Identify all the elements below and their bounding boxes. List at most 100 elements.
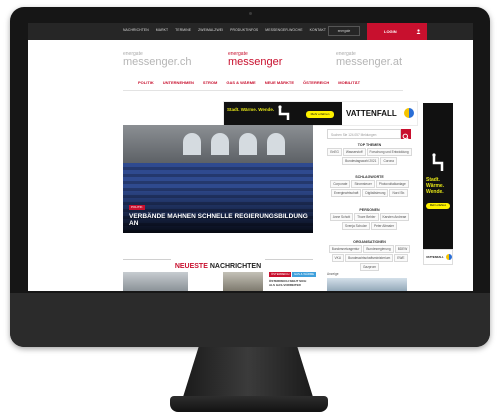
category-link[interactable]: GAS & WÄRME — [226, 80, 255, 85]
skyscraper-slogan: Stadt. Wärme. Wende. — [426, 177, 445, 195]
category-link[interactable]: MOBILITÄT — [338, 80, 360, 85]
tag-chip[interactable]: VKU — [331, 254, 345, 262]
window-arch — [239, 133, 257, 155]
tag-chip[interactable]: Anne Schott — [329, 213, 354, 221]
banner-brand: VATTENFALL — [346, 109, 397, 118]
tag-chip[interactable]: Bundesregierung — [363, 245, 394, 253]
tag-chip[interactable]: EnEG — [327, 148, 342, 156]
top-nav-link[interactable]: PRODUKTINFOS — [230, 28, 258, 32]
news-category-tag[interactable]: GAS & WÄRME — [292, 272, 317, 277]
login-button[interactable]: LOGIN — [367, 23, 427, 40]
tag-chip[interactable]: Nord Str. — [389, 189, 409, 197]
top-topics-title: TOP THEMEN — [357, 143, 382, 147]
news-title-red: NEUESTE — [174, 263, 208, 270]
banner-slogan: Stadt. Wärme. Wende. — [227, 107, 275, 112]
persons-title: PERSONEN — [359, 208, 380, 212]
tag-chip[interactable]: Photovoltaikanlage — [375, 180, 409, 188]
divider — [123, 90, 403, 91]
news-title-dark: NACHRICHTEN — [209, 263, 262, 270]
tag-chip[interactable]: Thore Behler — [354, 213, 379, 221]
banner-ad[interactable]: Stadt. Wärme. Wende. Mehr erfahren VATTE… — [223, 101, 418, 126]
banner-dark-panel: Stadt. Wärme. Wende. Mehr erfahren — [224, 102, 342, 125]
hero-article[interactable]: POLITIK VERBÄNDE MAHNEN SCHNELLE REGIERU… — [123, 125, 313, 233]
category-link[interactable]: NEUE MÄRKTE — [265, 80, 294, 85]
top-nav-links: NACHRICHTEN MARKT TERMINE ZWEIMALZWEI PR… — [123, 28, 326, 32]
top-nav-link[interactable]: KONTAKT — [310, 28, 326, 32]
monitor-chin — [10, 293, 490, 347]
skyscraper-brand-box: VATTENFALL — [423, 249, 453, 265]
tag-chip[interactable]: Corporate — [330, 180, 351, 188]
skyscraper-cta-button[interactable]: Mehr erfahren — [426, 203, 450, 209]
category-link[interactable]: ÖSTERREICH — [303, 80, 329, 85]
tag-chip[interactable]: Peter Altmaier — [370, 222, 397, 230]
hero-category-tag[interactable]: POLITIK — [129, 205, 145, 210]
vattenfall-logo-icon — [404, 108, 414, 118]
skyscraper-brand: VATTENFALL — [426, 255, 444, 259]
skyscraper-ad[interactable]: Stadt. Wärme. Wende. Mehr erfahren VATTE… — [423, 103, 453, 265]
tag-chip[interactable]: EWE — [394, 254, 408, 262]
monitor-mockup: NACHRICHTEN MARKT TERMINE ZWEIMALZWEI PR… — [0, 0, 498, 419]
tag-chip[interactable]: Energiewirtschaft — [330, 189, 362, 197]
news-snippet[interactable]: ÖSTERREICH SIEHT SICH ALS GAS-VORREITER — [269, 279, 313, 287]
divider — [265, 259, 313, 260]
tag-chip[interactable]: BDEW — [394, 245, 411, 253]
user-icon — [416, 29, 421, 34]
organisations-title: ORGANISATIONEN — [353, 240, 386, 244]
latest-news-heading: NEUESTE NACHRICHTEN — [123, 255, 313, 273]
brand-ch-logo[interactable]: energate messenger.ch — [123, 51, 191, 68]
tag-chip[interactable]: Karsten Andreae — [379, 213, 410, 221]
website-screen: NACHRICHTEN MARKT TERMINE ZWEIMALZWEI PR… — [28, 23, 473, 291]
category-link[interactable]: STROM — [203, 80, 217, 85]
login-label: LOGIN — [384, 29, 397, 34]
window-arch — [211, 133, 229, 155]
search-button[interactable] — [401, 129, 411, 141]
monitor-frame: NACHRICHTEN MARKT TERMINE ZWEIMALZWEI PR… — [10, 7, 490, 347]
keywords-title: SCHLAGWORTE — [355, 175, 384, 179]
persons-list: Anne Schott Thore Behler Karsten Andreae… — [327, 213, 412, 230]
tag-chip[interactable]: Gazprom — [359, 263, 380, 271]
top-nav-link[interactable]: NACHRICHTEN — [123, 28, 149, 32]
search-icon — [402, 133, 410, 141]
tag-chip[interactable]: Bundestagswahl 2021 — [342, 157, 380, 165]
news-thumbnail[interactable] — [223, 272, 263, 291]
divider — [123, 259, 171, 260]
tag-chip[interactable]: Svenja Schulze — [341, 222, 370, 230]
tag-chip[interactable]: Bundeswirtschaftsministerium — [345, 254, 394, 262]
brand-main-logo[interactable]: energate messenger — [228, 51, 282, 68]
pipe-logo-icon — [278, 105, 290, 120]
top-navigation-bar: NACHRICHTEN MARKT TERMINE ZWEIMALZWEI PR… — [28, 23, 473, 40]
keywords-list: Corporate Stromsteuer Photovoltaikanlage… — [327, 180, 412, 197]
tag-chip[interactable]: Bundesnetzagentur — [328, 245, 363, 253]
partner-logo[interactable]: energate — [328, 26, 360, 36]
search-input[interactable]: Suchen Sie 124.057 Meldungen — [327, 129, 401, 139]
vattenfall-logo-icon — [446, 254, 452, 260]
tag-chip[interactable]: Wasserstoff — [342, 148, 366, 156]
sidebar: Suchen Sie 124.057 Meldungen TOP THEMEN … — [327, 129, 412, 291]
ad-label: Anzeige — [327, 272, 339, 276]
camera-dot — [249, 12, 252, 15]
top-nav-link[interactable]: MARKT — [156, 28, 168, 32]
monitor-stand-base — [170, 396, 328, 412]
window-arch — [183, 133, 201, 155]
tag-chip[interactable]: Corona — [380, 157, 397, 165]
brand-at-logo[interactable]: energate messenger.at — [336, 51, 402, 68]
organisations-list: Bundesnetzagentur Bundesregierung BDEW V… — [327, 245, 412, 271]
top-nav-link[interactable]: TERMINE — [175, 28, 191, 32]
tag-chip[interactable]: Stromsteuer — [351, 180, 375, 188]
category-link[interactable]: UNTERNEHMEN — [163, 80, 194, 85]
tag-chip[interactable]: Digitalisierung — [362, 189, 389, 197]
category-link[interactable]: POLITIK — [138, 80, 154, 85]
news-category-tag[interactable]: ÖSTERREICH — [269, 272, 292, 277]
top-topics-list: EnEG Wasserstoff Forschung und Entwicklu… — [327, 148, 412, 165]
category-navigation: POLITIK UNTERNEHMEN STROM GAS & WÄRME NE… — [138, 80, 360, 85]
news-thumbnail[interactable] — [123, 272, 188, 291]
banner-cta-button[interactable]: Mehr erfahren — [306, 111, 334, 118]
top-nav-link[interactable]: ZWEIMALZWEI — [198, 28, 223, 32]
top-nav-link[interactable]: MESSENGER-WOCHE — [265, 28, 302, 32]
window-arch — [267, 133, 285, 155]
monitor-stand-neck — [183, 347, 313, 397]
ad-thumbnail[interactable] — [327, 278, 407, 291]
hero-headline[interactable]: VERBÄNDE MAHNEN SCHNELLE REGIERUNGSBILDU… — [129, 213, 309, 227]
pipe-logo-icon — [432, 153, 444, 171]
tag-chip[interactable]: Forschung und Entwicklung — [366, 148, 412, 156]
